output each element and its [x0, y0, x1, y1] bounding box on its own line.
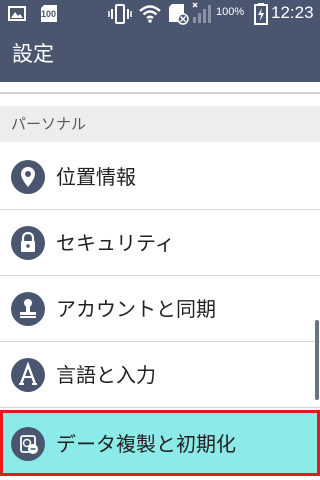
location-pin-icon [11, 160, 45, 194]
battery-percent: 100% [216, 6, 245, 18]
settings-item-location[interactable]: 位置情報 [0, 144, 320, 210]
language-a-icon [11, 358, 45, 392]
settings-item-label: データ複製と初期化 [56, 432, 236, 456]
settings-item-backup-reset[interactable]: データ複製と初期化 [0, 410, 320, 476]
scrollbar[interactable] [315, 320, 319, 400]
settings-item-security[interactable]: セキュリティ [0, 210, 320, 276]
divider [0, 92, 320, 94]
status-bar: 100 100% 12:23 [0, 0, 320, 28]
section-title: パーソナル [11, 115, 87, 133]
sd-card-badge: 100 [41, 9, 57, 19]
wifi-icon [138, 4, 162, 24]
clock: 12:23 [271, 3, 314, 22]
divider [0, 407, 320, 408]
section-header-personal: パーソナル [0, 106, 320, 142]
battery-charging-icon [254, 3, 268, 25]
settings-item-label: アカウントと同期 [56, 297, 216, 321]
settings-item-accounts-sync[interactable]: アカウントと同期 [0, 276, 320, 342]
backup-restore-icon [11, 427, 45, 461]
settings-item-label: 言語と入力 [56, 363, 156, 387]
vibrate-icon [108, 4, 132, 24]
settings-item-language-input[interactable]: 言語と入力 [0, 342, 320, 408]
settings-list[interactable]: パーソナル 位置情報 セキュリティ アカウントと同期 言語と入力 データ複製と初… [0, 82, 320, 480]
image-icon [8, 6, 26, 21]
account-stamp-icon [11, 292, 45, 326]
action-bar: 設定 [0, 28, 320, 82]
settings-item-label: セキュリティ [56, 231, 175, 255]
signal-icon [192, 2, 212, 24]
page-title: 設定 [12, 42, 54, 66]
settings-item-label: 位置情報 [56, 165, 136, 189]
lock-icon [11, 226, 45, 260]
sim-error-icon [168, 3, 190, 25]
